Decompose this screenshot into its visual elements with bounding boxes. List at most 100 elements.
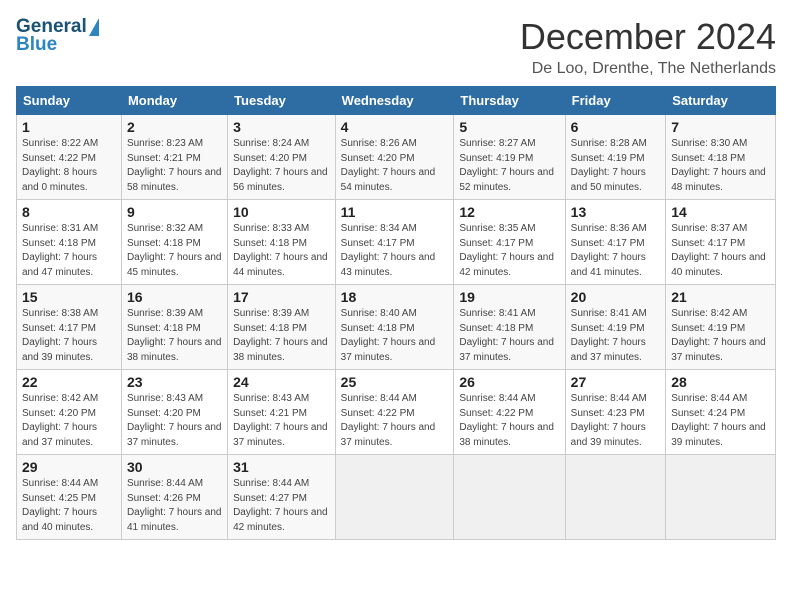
day-info: Sunrise: 8:44 AMSunset: 4:25 PMDaylight:…: [22, 477, 116, 535]
day-number: 22: [22, 374, 116, 390]
day-info: Sunrise: 8:28 AMSunset: 4:19 PMDaylight:…: [571, 137, 661, 195]
day-info: Sunrise: 8:44 AMSunset: 4:27 PMDaylight:…: [233, 477, 330, 535]
calendar-cell: 19 Sunrise: 8:41 AMSunset: 4:18 PMDayligh…: [454, 285, 565, 370]
logo-blue: Blue: [16, 34, 57, 56]
logo: General Blue: [16, 16, 99, 56]
calendar-week-5: 29 Sunrise: 8:44 AMSunset: 4:25 PMDayligh…: [17, 455, 776, 540]
day-number: 28: [671, 374, 770, 390]
calendar-cell: 9Sunrise: 8:32 AMSunset: 4:18 PMDaylight…: [121, 200, 227, 285]
day-number: 17: [233, 289, 330, 305]
page-header: General Blue December 2024 De Loo, Drent…: [16, 16, 776, 78]
day-number: 13: [571, 204, 661, 220]
day-number: 12: [459, 204, 559, 220]
day-number: 1: [22, 119, 116, 135]
day-info: Sunrise: 8:41 AMSunset: 4:18 PMDaylight:…: [459, 307, 559, 365]
day-number: 23: [127, 374, 222, 390]
day-info: Sunrise: 8:31 AMSunset: 4:18 PMDaylight:…: [22, 222, 116, 280]
day-info: Sunrise: 8:44 AMSunset: 4:23 PMDaylight:…: [571, 392, 661, 450]
calendar-header-sunday: Sunday: [17, 87, 122, 115]
day-info: Sunrise: 8:30 AMSunset: 4:18 PMDaylight:…: [671, 137, 770, 195]
calendar-header-tuesday: Tuesday: [228, 87, 336, 115]
day-info: Sunrise: 8:37 AMSunset: 4:17 PMDaylight:…: [671, 222, 770, 280]
day-number: 2: [127, 119, 222, 135]
day-info: Sunrise: 8:23 AMSunset: 4:21 PMDaylight:…: [127, 137, 222, 195]
calendar-table: SundayMondayTuesdayWednesdayThursdayFrid…: [16, 86, 776, 540]
calendar-cell: 28 Sunrise: 8:44 AMSunset: 4:24 PMDayligh…: [666, 370, 776, 455]
day-number: 19: [459, 289, 559, 305]
calendar-body: 1 Sunrise: 8:22 AMSunset: 4:22 PMDaylight…: [17, 115, 776, 540]
day-number: 5: [459, 119, 559, 135]
calendar-cell: 4Sunrise: 8:26 AMSunset: 4:20 PMDaylight…: [335, 115, 454, 200]
calendar-cell: 25 Sunrise: 8:44 AMSunset: 4:22 PMDayligh…: [335, 370, 454, 455]
day-number: 29: [22, 459, 116, 475]
calendar-cell: 24 Sunrise: 8:43 AMSunset: 4:21 PMDayligh…: [228, 370, 336, 455]
day-info: Sunrise: 8:43 AMSunset: 4:20 PMDaylight:…: [127, 392, 222, 450]
calendar-header-row: SundayMondayTuesdayWednesdayThursdayFrid…: [17, 87, 776, 115]
day-info: Sunrise: 8:40 AMSunset: 4:18 PMDaylight:…: [341, 307, 449, 365]
calendar-cell: 6 Sunrise: 8:28 AMSunset: 4:19 PMDaylight…: [565, 115, 666, 200]
day-number: 20: [571, 289, 661, 305]
day-info: Sunrise: 8:44 AMSunset: 4:22 PMDaylight:…: [341, 392, 449, 450]
day-number: 24: [233, 374, 330, 390]
calendar-cell: 27 Sunrise: 8:44 AMSunset: 4:23 PMDayligh…: [565, 370, 666, 455]
day-number: 16: [127, 289, 222, 305]
title-section: December 2024 De Loo, Drenthe, The Nethe…: [520, 16, 776, 78]
day-number: 21: [671, 289, 770, 305]
day-info: Sunrise: 8:39 AMSunset: 4:18 PMDaylight:…: [233, 307, 330, 365]
calendar-cell: [666, 455, 776, 540]
day-info: Sunrise: 8:41 AMSunset: 4:19 PMDaylight:…: [571, 307, 661, 365]
calendar-cell: 16 Sunrise: 8:39 AMSunset: 4:18 PMDayligh…: [121, 285, 227, 370]
day-info: Sunrise: 8:38 AMSunset: 4:17 PMDaylight:…: [22, 307, 116, 365]
calendar-cell: 3 Sunrise: 8:24 AMSunset: 4:20 PMDaylight…: [228, 115, 336, 200]
day-number: 6: [571, 119, 661, 135]
month-title: December 2024: [520, 16, 776, 58]
day-info: Sunrise: 8:24 AMSunset: 4:20 PMDaylight:…: [233, 137, 330, 195]
day-number: 18: [341, 289, 449, 305]
day-number: 27: [571, 374, 661, 390]
calendar-header-saturday: Saturday: [666, 87, 776, 115]
calendar-cell: 31 Sunrise: 8:44 AMSunset: 4:27 PMDayligh…: [228, 455, 336, 540]
calendar-cell: 23 Sunrise: 8:43 AMSunset: 4:20 PMDayligh…: [121, 370, 227, 455]
day-info: Sunrise: 8:43 AMSunset: 4:21 PMDaylight:…: [233, 392, 330, 450]
calendar-cell: 7 Sunrise: 8:30 AMSunset: 4:18 PMDaylight…: [666, 115, 776, 200]
calendar-header-wednesday: Wednesday: [335, 87, 454, 115]
day-info: Sunrise: 8:22 AMSunset: 4:22 PMDaylight:…: [22, 137, 116, 195]
day-info: Sunrise: 8:26 AMSunset: 4:20 PMDaylight:…: [341, 137, 449, 195]
day-info: Sunrise: 8:44 AMSunset: 4:24 PMDaylight:…: [671, 392, 770, 450]
calendar-cell: 5 Sunrise: 8:27 AMSunset: 4:19 PMDaylight…: [454, 115, 565, 200]
day-number: 3: [233, 119, 330, 135]
day-info: Sunrise: 8:44 AMSunset: 4:22 PMDaylight:…: [459, 392, 559, 450]
calendar-cell: 1 Sunrise: 8:22 AMSunset: 4:22 PMDaylight…: [17, 115, 122, 200]
calendar-cell: 12 Sunrise: 8:35 AMSunset: 4:17 PMDayligh…: [454, 200, 565, 285]
day-number: 14: [671, 204, 770, 220]
calendar-header-thursday: Thursday: [454, 87, 565, 115]
logo-triangle-icon: [89, 18, 99, 36]
day-info: Sunrise: 8:35 AMSunset: 4:17 PMDaylight:…: [459, 222, 559, 280]
calendar-cell: 13 Sunrise: 8:36 AMSunset: 4:17 PMDayligh…: [565, 200, 666, 285]
day-number: 7: [671, 119, 770, 135]
calendar-week-3: 15 Sunrise: 8:38 AMSunset: 4:17 PMDayligh…: [17, 285, 776, 370]
calendar-cell: 8 Sunrise: 8:31 AMSunset: 4:18 PMDaylight…: [17, 200, 122, 285]
day-info: Sunrise: 8:44 AMSunset: 4:26 PMDaylight:…: [127, 477, 222, 535]
calendar-cell: 29 Sunrise: 8:44 AMSunset: 4:25 PMDayligh…: [17, 455, 122, 540]
day-info: Sunrise: 8:34 AMSunset: 4:17 PMDaylight:…: [341, 222, 449, 280]
day-number: 8: [22, 204, 116, 220]
calendar-cell: 15 Sunrise: 8:38 AMSunset: 4:17 PMDayligh…: [17, 285, 122, 370]
calendar-cell: [565, 455, 666, 540]
day-number: 11: [341, 204, 449, 220]
day-info: Sunrise: 8:36 AMSunset: 4:17 PMDaylight:…: [571, 222, 661, 280]
day-info: Sunrise: 8:39 AMSunset: 4:18 PMDaylight:…: [127, 307, 222, 365]
day-number: 10: [233, 204, 330, 220]
calendar-header-monday: Monday: [121, 87, 227, 115]
day-number: 25: [341, 374, 449, 390]
calendar-cell: 30 Sunrise: 8:44 AMSunset: 4:26 PMDayligh…: [121, 455, 227, 540]
day-number: 26: [459, 374, 559, 390]
day-number: 31: [233, 459, 330, 475]
day-number: 15: [22, 289, 116, 305]
calendar-cell: 17 Sunrise: 8:39 AMSunset: 4:18 PMDayligh…: [228, 285, 336, 370]
day-number: 9: [127, 204, 222, 220]
day-info: Sunrise: 8:42 AMSunset: 4:20 PMDaylight:…: [22, 392, 116, 450]
calendar-cell: 11 Sunrise: 8:34 AMSunset: 4:17 PMDayligh…: [335, 200, 454, 285]
day-number: 30: [127, 459, 222, 475]
day-info: Sunrise: 8:27 AMSunset: 4:19 PMDaylight:…: [459, 137, 559, 195]
